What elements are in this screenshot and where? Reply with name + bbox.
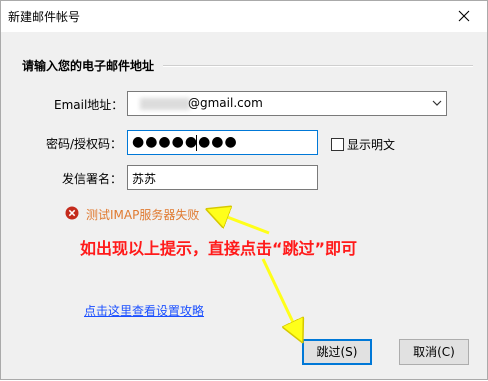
section-title: 请输入您的电子邮件地址 bbox=[22, 59, 155, 73]
section-divider bbox=[163, 65, 473, 67]
password-value: ●●●●●●●● bbox=[132, 134, 238, 150]
error-message: 测试IMAP服务器失败 bbox=[86, 208, 200, 222]
dialog-content: 请输入您的电子邮件地址 Email地址： @gmail.com 密码/授权码： … bbox=[1, 32, 487, 379]
password-field[interactable]: ●●●●●●●● bbox=[127, 130, 318, 155]
cancel-button[interactable]: 取消(C) bbox=[399, 339, 469, 365]
show-password-checkbox[interactable] bbox=[331, 138, 344, 151]
dialog-window: 新建邮件帐号 请输入您的电子邮件地址 Email地址： @gmail.com 密… bbox=[0, 0, 488, 380]
close-button[interactable] bbox=[441, 1, 487, 31]
email-combobox[interactable]: @gmail.com bbox=[127, 91, 447, 116]
close-icon bbox=[458, 10, 470, 22]
instruction-annotation: 如出现以上提示，直接点击“跳过”即可 bbox=[80, 239, 358, 258]
signature-field[interactable]: 苏苏 bbox=[127, 165, 318, 190]
show-password-label[interactable]: 显示明文 bbox=[347, 136, 395, 153]
title-bar: 新建邮件帐号 bbox=[1, 1, 487, 31]
text-caret bbox=[196, 135, 197, 151]
skip-button[interactable]: 跳过(S) bbox=[302, 339, 372, 365]
chevron-down-icon[interactable] bbox=[432, 100, 442, 107]
email-redaction bbox=[140, 98, 190, 110]
email-value: @gmail.com bbox=[188, 96, 263, 110]
settings-guide-link[interactable]: 点击这里查看设置攻略 bbox=[84, 302, 204, 319]
window-title: 新建邮件帐号 bbox=[8, 10, 81, 24]
error-circle-icon bbox=[65, 206, 79, 220]
signature-value: 苏苏 bbox=[132, 172, 157, 186]
password-label: 密码/授权码： bbox=[46, 137, 123, 151]
email-label: Email地址： bbox=[54, 98, 124, 112]
signature-label: 发信署名： bbox=[62, 172, 123, 186]
